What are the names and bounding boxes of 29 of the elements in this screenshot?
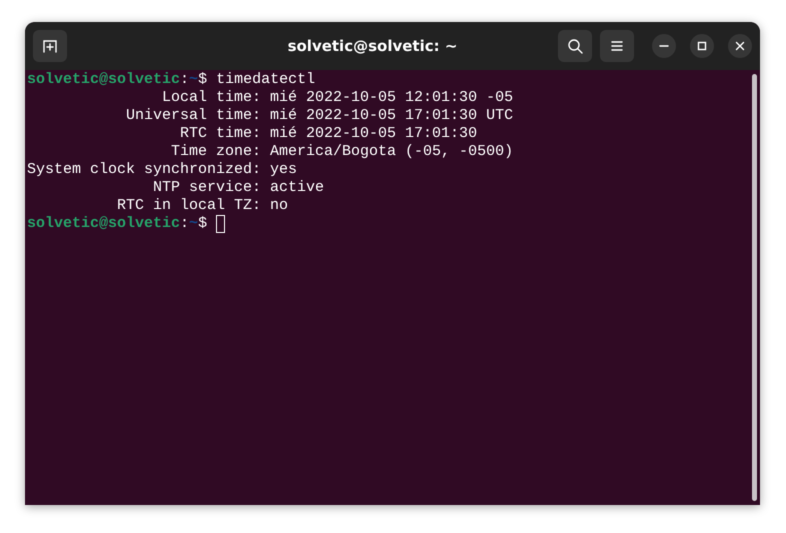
field-label: Local time: <box>161 89 262 107</box>
field-label: RTC time: <box>179 125 262 143</box>
maximize-icon <box>697 41 707 51</box>
new-tab-icon <box>42 38 58 54</box>
prompt-line: solvetic@solvetic:~$ <box>27 215 208 233</box>
field-value: mié 2022-10-05 17:01:30 UTC <box>270 107 514 125</box>
close-icon <box>735 41 745 51</box>
menu-button[interactable] <box>600 30 634 62</box>
field-value: America/Bogota (-05, -0500) <box>270 143 514 161</box>
field-value: no <box>270 197 288 215</box>
close-button[interactable] <box>728 34 752 58</box>
field-value: yes <box>270 161 298 179</box>
field-value: mié 2022-10-05 12:01:30 -05 <box>270 89 514 107</box>
minimize-icon <box>659 45 669 47</box>
field-label: System clock synchronized: <box>27 161 262 179</box>
field-label: RTC in local TZ: <box>116 197 262 215</box>
maximize-button[interactable] <box>690 34 714 58</box>
search-icon <box>567 38 583 54</box>
field-value: mié 2022-10-05 17:01:30 <box>270 125 478 143</box>
field-label: Universal time: <box>125 107 262 125</box>
minimize-button[interactable] <box>652 34 676 58</box>
field-value: active <box>270 179 324 197</box>
prompt-line: solvetic@solvetic:~$ timedatectl <box>27 71 316 89</box>
field-label: NTP service: <box>152 179 262 197</box>
scrollbar[interactable] <box>752 74 756 501</box>
new-tab-button[interactable] <box>33 30 67 62</box>
search-button[interactable] <box>558 30 592 62</box>
field-label: Time zone: <box>170 143 262 161</box>
window-title: solvetic@solvetic: ~ <box>286 37 458 55</box>
